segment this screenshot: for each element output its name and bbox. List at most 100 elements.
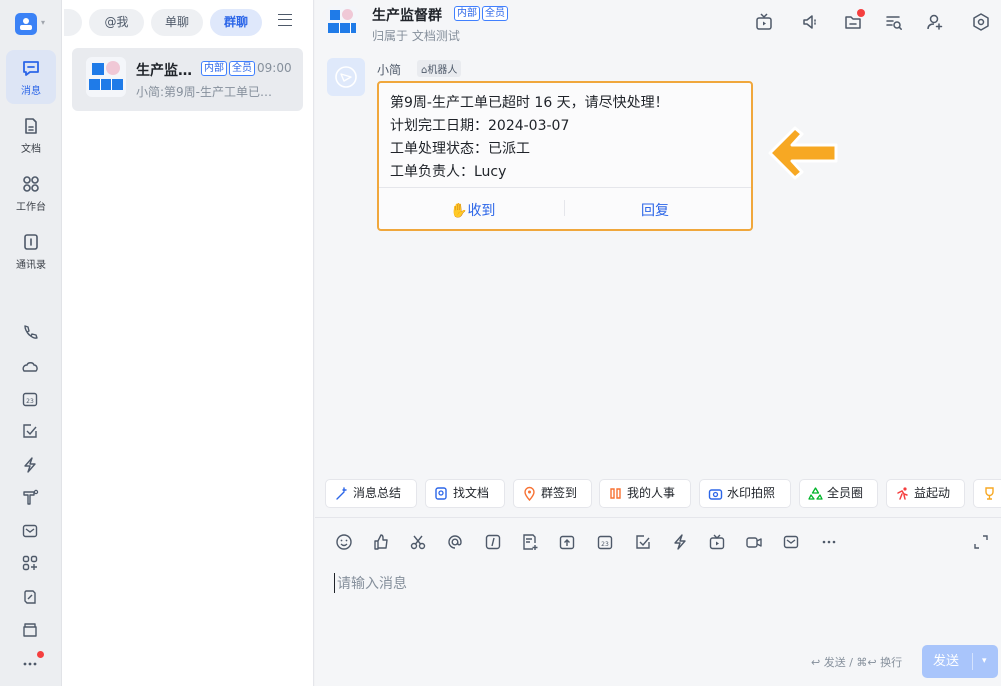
group-avatar [86,57,126,97]
link-icon[interactable] [21,588,39,606]
app-label: 我的人事 [627,486,676,500]
app-message-summary[interactable]: 消息总结 [325,479,417,508]
acknowledge-button[interactable]: ✋收到 [450,200,495,220]
scissors-icon[interactable] [409,533,427,551]
robot-badge: ⌂机器人 [417,60,462,77]
card-line-owner: 工单负责人：Lucy [390,164,507,180]
meeting-icon[interactable] [21,488,39,506]
card-line-status: 工单处理状态：已派工 [390,141,530,157]
filter-mentions[interactable]: @我 [89,9,144,36]
org-switch-caret-icon[interactable]: ▾ [41,18,45,27]
app-trophy[interactable] [973,479,1001,508]
internal-tag: 内部 [454,6,480,21]
composer-divider [315,517,1001,518]
nav-item-contacts[interactable]: 通讯录 [6,224,56,278]
card-line-due-date: 计划完工日期：2024-03-07 [390,118,570,134]
new-doc-icon[interactable] [521,533,539,551]
app-find-docs[interactable]: 找文档 [425,479,505,508]
folder-icon[interactable] [21,621,39,639]
send-split-divider [972,653,973,670]
message-input[interactable]: 请输入消息 [334,573,407,593]
runner-icon [897,487,908,500]
trophy-icon [985,487,994,500]
filter-groups[interactable]: 群聊 [210,9,262,36]
phone-icon[interactable] [21,324,39,342]
mention-icon[interactable] [446,533,464,551]
app-center-icon[interactable] [21,554,39,572]
app-watermark-photo[interactable]: 水印拍照 [699,479,791,508]
nav-item-messages[interactable]: 消息 [6,50,56,104]
document-icon [25,118,37,134]
more-tools-icon[interactable] [820,533,838,551]
conversation-time: 09:00 [257,61,292,75]
nav-item-label: 通讯录 [16,260,46,271]
chat-avatar[interactable] [326,6,358,38]
contacts-icon [24,234,38,250]
chat-title[interactable]: 生产监督群 [372,5,442,25]
emoji-icon[interactable] [335,533,353,551]
app-all-members-circle[interactable]: 全员圈 [799,479,878,508]
send-options-caret-icon[interactable]: ▾ [982,645,987,678]
clap-icon: ✋ [450,203,468,219]
location-icon [524,486,535,501]
live-stream-icon[interactable] [708,533,726,551]
filter-direct[interactable]: 单聊 [151,9,203,36]
card-line-alert: 第9周-生产工单已超时 16 天，请尽快处理！ [390,95,669,111]
send-label: 发送 [933,654,960,669]
calendar-icon[interactable]: 23 [21,390,39,408]
nav-item-label: 工作台 [16,202,46,213]
conversation-preview: 小简:第9周-生产工单已… [136,85,273,99]
app-label: 群签到 [541,486,578,500]
conversation-title: 生产监… [136,63,192,79]
app-yi-qidong[interactable]: 益起动 [886,479,965,508]
expand-composer-icon[interactable] [972,533,990,551]
format-icon[interactable] [484,533,502,551]
hr-icon [610,488,621,499]
app-label: 益起动 [914,486,951,500]
all-members-tag: 全员 [229,61,255,76]
task-icon[interactable] [634,533,652,551]
svg-text:23: 23 [26,398,34,405]
sparkle-icon [336,487,347,500]
workbench-icon [23,176,39,192]
card-button-divider [564,200,565,216]
app-label: 全员圈 [827,486,864,500]
add-member-icon[interactable] [925,12,945,32]
message-sender: 小简 [377,63,402,77]
app-label: 水印拍照 [727,486,776,500]
reply-button[interactable]: 回复 [641,200,669,220]
card-divider [379,187,751,188]
send-shortcut-hint: ↩ 发送 / ⌘↩ 换行 [811,656,903,669]
quick-action-icon[interactable] [671,533,689,551]
nav-item-label: 消息 [21,86,41,97]
nav-item-label: 文档 [21,144,41,155]
bot-avatar[interactable] [327,58,365,96]
app-label: 消息总结 [353,486,402,500]
search-history-icon[interactable] [884,12,904,32]
recycle-icon [808,487,823,500]
internal-tag: 内部 [201,61,227,76]
list-menu-icon[interactable] [278,14,292,26]
app-label: 找文档 [453,486,490,500]
settings-icon[interactable] [971,12,991,32]
upload-file-icon[interactable] [558,533,576,551]
app-group-checkin[interactable]: 群签到 [513,479,592,508]
doc-search-icon [435,487,447,500]
cloud-icon[interactable] [21,358,39,376]
nav-item-docs[interactable]: 文档 [6,108,56,162]
app-my-hr[interactable]: 我的人事 [599,479,691,508]
video-call-icon[interactable] [745,533,763,551]
todo-icon[interactable] [21,422,39,440]
org-logo[interactable] [15,13,37,35]
mail-icon[interactable] [21,522,39,540]
nav-item-workbench[interactable]: 工作台 [6,166,56,220]
svg-text:23: 23 [601,541,609,548]
send-button[interactable]: 发送 ▾ [922,645,998,678]
bolt-icon[interactable] [21,456,39,474]
announcement-icon[interactable] [801,12,821,32]
mail-icon[interactable] [782,533,800,551]
calendar-event-icon[interactable]: 23 [596,533,614,551]
thumbs-up-icon[interactable] [372,533,390,551]
chat-subtitle[interactable]: 归属于 文档测试 [372,27,460,44]
live-icon[interactable] [754,12,774,32]
